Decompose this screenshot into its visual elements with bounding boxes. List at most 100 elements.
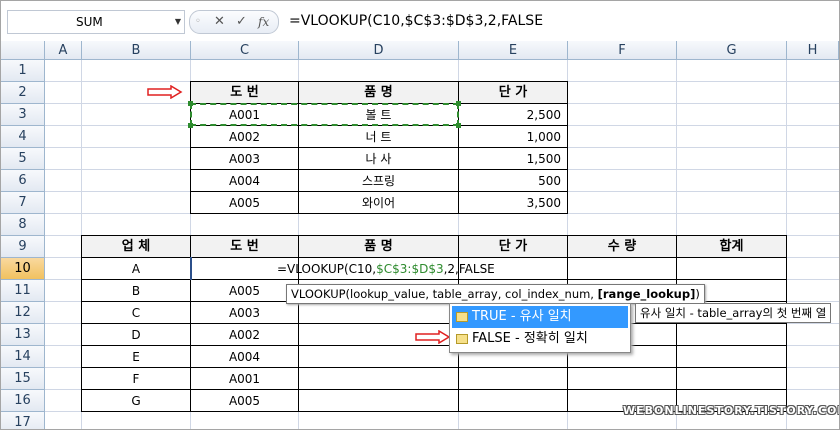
order-empty-cell[interactable] xyxy=(676,323,787,346)
insert-function-icon[interactable]: fx xyxy=(258,11,269,33)
row-header-7[interactable]: 7 xyxy=(1,192,45,214)
price-amount-cell[interactable]: 2,500 xyxy=(458,103,568,126)
range-handle-icon[interactable] xyxy=(188,123,193,128)
row-header-5[interactable]: 5 xyxy=(1,148,45,170)
order-empty-cell[interactable] xyxy=(298,301,459,324)
pointer-arrow-icon xyxy=(415,330,451,344)
select-all-corner[interactable] xyxy=(1,41,45,60)
order-vendor-cell[interactable]: C xyxy=(81,301,191,324)
column-header-h[interactable]: H xyxy=(787,41,839,60)
signature-active-argument[interactable]: [range_lookup] xyxy=(598,287,696,301)
order-empty-cell[interactable] xyxy=(298,345,459,368)
argument-autocomplete-list[interactable]: TRUE - 유사 일치 FALSE - 정확히 일치 xyxy=(449,303,631,353)
row-header-13[interactable]: 13 xyxy=(1,324,45,346)
order-table-header[interactable]: 도 번 xyxy=(190,235,299,258)
price-code-cell[interactable]: A002 xyxy=(190,125,299,148)
order-empty-cell[interactable] xyxy=(458,389,568,412)
autocomplete-item-false[interactable]: FALSE - 정확히 일치 xyxy=(452,328,628,350)
order-table-header[interactable]: 단 가 xyxy=(458,235,568,258)
column-header-a[interactable]: A xyxy=(45,41,82,60)
row-header-16[interactable]: 16 xyxy=(1,390,45,412)
editing-formula-text[interactable]: =VLOOKUP(C10,$C$3:$D$3,2,FALSE xyxy=(277,258,495,280)
order-empty-cell[interactable] xyxy=(676,367,787,390)
price-code-cell[interactable]: A005 xyxy=(190,191,299,214)
row-header-10[interactable]: 10 xyxy=(1,258,45,280)
price-code-cell[interactable]: A004 xyxy=(190,169,299,192)
price-amount-cell[interactable]: 1,000 xyxy=(458,125,568,148)
order-empty-cell[interactable] xyxy=(676,257,787,280)
price-table-header[interactable]: 도 번 xyxy=(190,81,299,104)
order-code-cell[interactable]: A005 xyxy=(190,389,299,412)
row-header-12[interactable]: 12 xyxy=(1,302,45,324)
price-item-cell[interactable]: 스프링 xyxy=(298,169,459,192)
active-cell-marker xyxy=(190,257,192,280)
formula-input[interactable]: =VLOOKUP(C10,$C$3:$D$3,2,FALSE xyxy=(289,10,543,32)
argument-icon xyxy=(456,312,468,322)
column-header-d[interactable]: D xyxy=(299,41,459,60)
order-code-cell[interactable]: A003 xyxy=(190,301,299,324)
column-header-e[interactable]: E xyxy=(459,41,568,60)
order-vendor-cell[interactable]: G xyxy=(81,389,191,412)
column-header-c[interactable]: C xyxy=(191,41,299,60)
row-header-6[interactable]: 6 xyxy=(1,170,45,192)
function-signature-tooltip: VLOOKUP(lookup_value, table_array, col_i… xyxy=(286,284,705,304)
order-vendor-cell[interactable]: E xyxy=(81,345,191,368)
worksheet-grid[interactable]: ABCDEFGH 1 2 3 4 5 6 7 8 9 10 11 12 13 14 15 16 17 도 번품 … xyxy=(1,41,839,429)
row-header-3[interactable]: 3 xyxy=(1,104,45,126)
order-table-header[interactable]: 품 명 xyxy=(298,235,459,258)
signature-text: VLOOKUP(lookup_value, table_array, col_i… xyxy=(291,287,598,301)
order-code-cell[interactable]: A002 xyxy=(190,323,299,346)
autocomplete-item-label: TRUE - 유사 일치 xyxy=(472,309,572,324)
autocomplete-item-label: FALSE - 정확히 일치 xyxy=(472,331,588,346)
order-empty-cell[interactable] xyxy=(298,389,459,412)
order-table-header[interactable]: 수 량 xyxy=(567,235,677,258)
order-table-header[interactable]: 합계 xyxy=(676,235,787,258)
enter-check-icon[interactable]: ✓ xyxy=(236,11,247,33)
price-item-cell[interactable]: 와이어 xyxy=(298,191,459,214)
formula-suffix: ,2,FALSE xyxy=(443,262,495,276)
price-code-cell[interactable]: A003 xyxy=(190,147,299,170)
row-header-8[interactable]: 8 xyxy=(1,214,45,236)
cancel-icon[interactable]: ✕ xyxy=(214,11,225,33)
order-vendor-cell[interactable]: A xyxy=(81,257,191,280)
order-vendor-cell[interactable]: F xyxy=(81,367,191,390)
order-empty-cell[interactable] xyxy=(676,345,787,368)
order-code-cell[interactable]: A005 xyxy=(190,279,299,302)
price-amount-cell[interactable]: 500 xyxy=(458,169,568,192)
watermark: WEBONLINESTORY.TISTORY.COM xyxy=(623,404,840,417)
order-empty-cell[interactable] xyxy=(567,367,677,390)
autocomplete-item-true[interactable]: TRUE - 유사 일치 xyxy=(452,306,628,328)
order-vendor-cell[interactable]: D xyxy=(81,323,191,346)
row-header-14[interactable]: 14 xyxy=(1,346,45,368)
signature-close: ) xyxy=(695,287,700,301)
column-header-f[interactable]: F xyxy=(568,41,677,60)
row-header-9[interactable]: 9 xyxy=(1,236,45,258)
row-header-11[interactable]: 11 xyxy=(1,280,45,302)
name-box[interactable]: SUM ▼ xyxy=(7,10,185,34)
price-table-header[interactable]: 단 가 xyxy=(458,81,568,104)
column-header-g[interactable]: G xyxy=(677,41,787,60)
range-handle-icon[interactable] xyxy=(456,123,461,128)
order-vendor-cell[interactable]: B xyxy=(81,279,191,302)
range-handle-icon[interactable] xyxy=(456,101,461,106)
row-header-4[interactable]: 4 xyxy=(1,126,45,148)
price-table-header[interactable]: 품 명 xyxy=(298,81,459,104)
row-header-17[interactable]: 17 xyxy=(1,412,45,429)
column-header-b[interactable]: B xyxy=(82,41,191,60)
chevron-down-icon[interactable]: ▼ xyxy=(175,11,181,33)
order-code-cell[interactable]: A001 xyxy=(190,367,299,390)
order-empty-cell[interactable] xyxy=(298,367,459,390)
range-handle-icon[interactable] xyxy=(188,101,193,106)
price-item-cell[interactable]: 나 사 xyxy=(298,147,459,170)
row-header-1[interactable]: 1 xyxy=(1,60,45,82)
price-amount-cell[interactable]: 1,500 xyxy=(458,147,568,170)
formula-bar: SUM ▼ ◦ ✕ ✓ fx =VLOOKUP(C10,$C$3:$D$3,2,… xyxy=(1,1,839,42)
order-code-cell[interactable]: A004 xyxy=(190,345,299,368)
row-header-15[interactable]: 15 xyxy=(1,368,45,390)
order-table-header[interactable]: 업 체 xyxy=(81,235,191,258)
order-empty-cell[interactable] xyxy=(567,257,677,280)
price-amount-cell[interactable]: 3,500 xyxy=(458,191,568,214)
price-item-cell[interactable]: 너 트 xyxy=(298,125,459,148)
row-header-2[interactable]: 2 xyxy=(1,82,45,104)
order-empty-cell[interactable] xyxy=(458,367,568,390)
